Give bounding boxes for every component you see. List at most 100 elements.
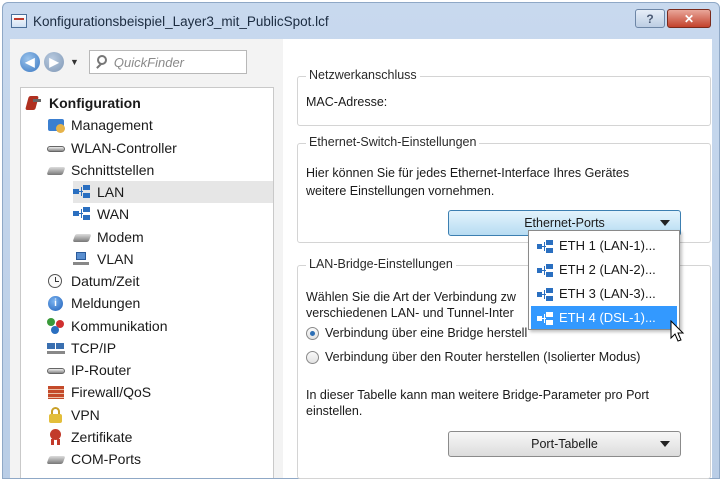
certificate-icon: [47, 429, 65, 445]
radio-router-label: Verbindung über den Router herstellen (I…: [325, 350, 641, 364]
group-title-bridge: LAN-Bridge-Einstellungen: [306, 257, 456, 271]
tree-item-datum-zeit[interactable]: Datum/Zeit: [47, 270, 139, 292]
tree-item-label: IP-Router: [71, 362, 131, 378]
info-icon: i: [47, 295, 65, 311]
tree-item-lan[interactable]: LAN: [73, 181, 273, 203]
tree-item-label: Kommunikation: [71, 318, 168, 334]
tree-item-label: TCP/IP: [71, 340, 117, 356]
lan-icon: [73, 184, 91, 200]
ethernet-ports-menu: ETH 1 (LAN-1)... ETH 2 (LAN-2)... ETH 3 …: [528, 230, 680, 330]
menu-item-eth3[interactable]: ETH 3 (LAN-3)...: [531, 282, 677, 305]
window-title: Konfigurationsbeispiel_Layer3_mit_Public…: [33, 13, 329, 29]
radio-router[interactable]: Verbindung über den Router herstellen (I…: [306, 350, 640, 364]
radio-bridge[interactable]: Verbindung über eine Bridge herstell: [306, 326, 527, 340]
tcpip-icon: [47, 340, 65, 356]
history-dropdown-icon[interactable]: ▼: [70, 57, 79, 67]
interfaces-icon: [46, 162, 66, 178]
tree-item-zertifikate[interactable]: Zertifikate: [47, 426, 132, 448]
config-tree[interactable]: Konfiguration Management WLAN-Controller: [20, 87, 274, 478]
group-ethernet-switch: Ethernet-Switch-Einstellungen Hier könne…: [297, 135, 711, 243]
tree-item-label: VLAN: [97, 251, 134, 267]
tree-item-kommunikation[interactable]: Kommunikation: [47, 315, 168, 337]
search-icon: [94, 54, 110, 70]
menu-item-eth4[interactable]: ETH 4 (DSL-1)...: [531, 306, 677, 329]
tree-item-label: WLAN-Controller: [71, 140, 177, 156]
menu-item-eth1[interactable]: ETH 1 (LAN-1)...: [531, 234, 677, 257]
menu-item-label: ETH 4 (DSL-1)...: [559, 310, 656, 325]
tree-item-label: Firewall/QoS: [71, 384, 152, 400]
close-button[interactable]: ✕: [667, 9, 711, 28]
tree-item-label: Zertifikate: [71, 429, 133, 445]
tree-item-label: Modem: [97, 229, 144, 245]
tree-item-konfiguration[interactable]: Konfiguration: [25, 92, 141, 114]
title-bar[interactable]: Konfigurationsbeispiel_Layer3_mit_Public…: [3, 3, 719, 39]
communication-icon: [47, 318, 65, 334]
chevron-down-icon: [660, 220, 670, 226]
ethernet-description-line1: Hier können Sie für jedes Ethernet-Inter…: [306, 166, 630, 180]
menu-item-eth2[interactable]: ETH 2 (LAN-2)...: [531, 258, 677, 281]
mouse-cursor-icon: [670, 320, 685, 342]
tree-item-modem[interactable]: Modem: [72, 226, 144, 248]
network-icon: [537, 311, 555, 325]
firewall-icon: [47, 384, 65, 400]
tree-item-tcpip[interactable]: TCP/IP: [47, 337, 116, 359]
radio-dot: [306, 350, 319, 364]
group-title-netzwerk: Netzwerkanschluss: [306, 68, 420, 82]
tree-item-label: LAN: [97, 184, 125, 200]
forward-arrow-icon[interactable]: ▶: [44, 52, 64, 72]
clock-icon: [47, 273, 65, 289]
bridge-table-text-line2: einstellen.: [306, 404, 363, 418]
tree-item-wan[interactable]: WAN: [73, 203, 129, 225]
mac-address-label: MAC-Adresse:: [306, 95, 388, 109]
tree-item-management[interactable]: Management: [47, 114, 153, 136]
ethernet-ports-label: Ethernet-Ports: [524, 216, 605, 230]
ethernet-description-line2: weitere Einstellungen vornehmen.: [306, 184, 495, 198]
tree-item-label: Meldungen: [71, 295, 141, 311]
tree-item-meldungen[interactable]: i Meldungen: [47, 292, 140, 314]
vpn-lock-icon: [47, 407, 65, 423]
tree-item-label: VPN: [71, 407, 100, 423]
menu-item-label: ETH 2 (LAN-2)...: [559, 262, 656, 277]
network-icon: [537, 239, 555, 253]
management-icon: [47, 117, 65, 133]
quickfinder-placeholder: QuickFinder: [113, 54, 184, 70]
wan-icon: [73, 206, 91, 222]
radio-bridge-label: Verbindung über eine Bridge herstell: [325, 326, 528, 340]
network-icon: [537, 263, 555, 277]
tree-item-ip-router[interactable]: IP-Router: [47, 359, 131, 381]
quickfinder-input[interactable]: QuickFinder: [88, 50, 247, 74]
menu-item-label: ETH 3 (LAN-3)...: [559, 286, 656, 301]
tree-item-com-ports[interactable]: COM-Ports: [46, 448, 141, 470]
tree-item-label: COM-Ports: [71, 451, 141, 467]
port-table-button[interactable]: Port-Tabelle: [448, 431, 681, 457]
group-title-ethernet: Ethernet-Switch-Einstellungen: [306, 135, 480, 149]
help-button[interactable]: ?: [635, 9, 665, 28]
tree-item-vlan[interactable]: VLAN: [73, 248, 134, 270]
bridge-description-line2: verschiedenen LAN- und Tunnel-Inter: [306, 306, 514, 320]
menu-item-label: ETH 1 (LAN-1)...: [559, 238, 656, 253]
chevron-down-icon: [660, 441, 670, 447]
tree-item-label: Management: [71, 117, 153, 133]
nav-toolbar: ◀ ▶ ▼ QuickFinder: [10, 39, 283, 85]
wlan-controller-icon: [47, 140, 65, 156]
tree-item-label: WAN: [97, 206, 130, 222]
tree-item-label: Datum/Zeit: [71, 273, 140, 289]
group-netzwerkanschluss: Netzwerkanschluss MAC-Adresse:: [297, 68, 711, 126]
navigation-panel: ◀ ▶ ▼ QuickFinder Konfiguration Manageme…: [10, 39, 283, 478]
com-ports-icon: [46, 451, 66, 467]
tree-item-schnittstellen[interactable]: Schnittstellen: [46, 159, 155, 181]
vlan-icon: [73, 251, 91, 267]
app-icon: [11, 14, 27, 28]
radio-dot-checked: [306, 326, 319, 340]
network-icon: [537, 287, 555, 301]
modem-icon: [72, 229, 92, 245]
router-icon: [47, 362, 65, 378]
tree-item-vpn[interactable]: VPN: [47, 404, 100, 426]
tree-item-firewall-qos[interactable]: Firewall/QoS: [47, 381, 151, 403]
tree-item-label: Schnittstellen: [71, 162, 155, 178]
back-arrow-icon[interactable]: ◀: [20, 52, 40, 72]
tree-item-wlan-controller[interactable]: WLAN-Controller: [47, 137, 177, 159]
config-icon: [25, 95, 43, 111]
port-table-label: Port-Tabelle: [531, 437, 598, 451]
tree-item-label: Konfiguration: [49, 95, 141, 111]
